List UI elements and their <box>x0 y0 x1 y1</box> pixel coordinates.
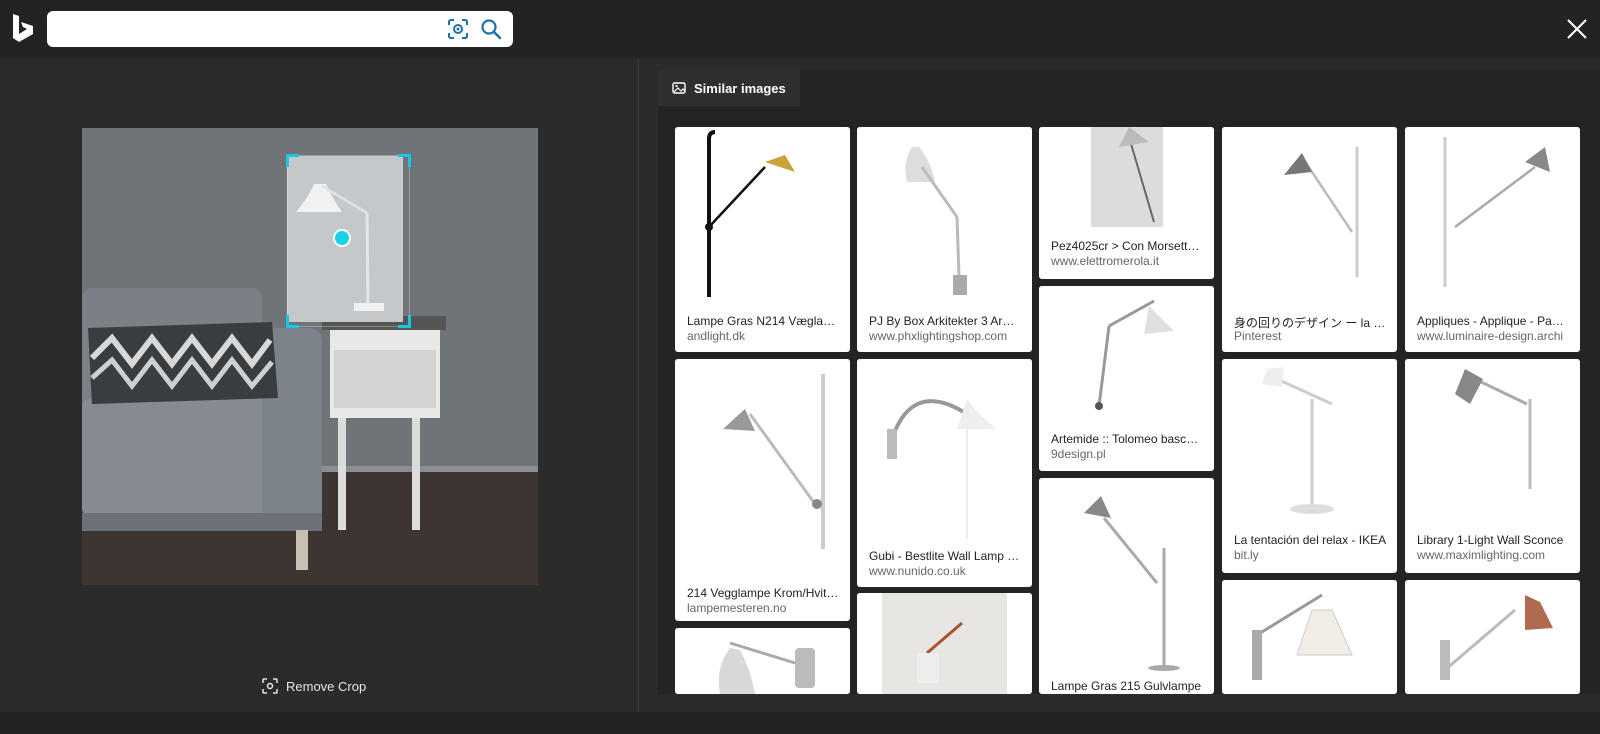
floor-lamp-white-icon <box>1222 359 1397 529</box>
copper-shade-lamp-icon <box>1405 580 1580 694</box>
remove-crop-button[interactable]: Remove Crop <box>262 676 366 696</box>
result-title: Appliques - Applique - Pageaux <box>1417 314 1570 328</box>
result-card[interactable]: Artemide :: Tolomeo basculante 9design.p… <box>1039 286 1214 471</box>
floor-lamp-chrome-icon <box>1039 478 1214 673</box>
result-title: Artemide :: Tolomeo basculante <box>1051 432 1204 446</box>
result-source: www.nunido.co.uk <box>869 564 966 578</box>
result-card[interactable] <box>1405 580 1580 694</box>
result-title: Lampe Gras N214 Væglampe - andlight.dk <box>687 314 840 328</box>
result-title: 214 Vegglampe Krom/Hvit Lampe Gras <box>687 586 840 600</box>
result-card[interactable] <box>675 628 850 694</box>
result-card[interactable]: Lampe Gras 215 Gulvlampe <box>1039 478 1214 694</box>
result-title: Lampe Gras 215 Gulvlampe <box>1051 679 1202 693</box>
top-bar <box>0 0 1600 58</box>
result-card[interactable]: PJ By Box Arkitekter 3 Arm Wall Lamp www… <box>857 127 1032 352</box>
result-card[interactable] <box>1222 580 1397 694</box>
result-card[interactable]: Lampe Gras N214 Væglampe - andlight.dk a… <box>675 127 850 352</box>
wall-lamp-chrome-2-icon <box>1405 127 1580 307</box>
crop-handle-top-left[interactable] <box>286 154 299 167</box>
result-card[interactable]: Appliques - Applique - Pageaux www.lumin… <box>1405 127 1580 352</box>
result-source: www.luminaire-design.archi <box>1417 329 1564 343</box>
result-title: Library 1-Light Wall Sconce <box>1417 533 1564 547</box>
copper-wall-lamp-icon <box>857 593 1032 694</box>
result-card[interactable]: 214 Vegglampe Krom/Hvit Lampe Gras lampe… <box>675 359 850 621</box>
result-card[interactable]: Pez4025cr > Con Morsetto Cromo www.elett… <box>1039 127 1214 279</box>
tab-similar-images[interactable]: Similar images <box>658 70 800 106</box>
close-icon[interactable] <box>1562 14 1592 44</box>
glass-pendant-lamp-icon <box>1222 580 1397 694</box>
pane-divider <box>638 58 639 712</box>
bing-logo-icon[interactable] <box>10 12 36 44</box>
search-icon[interactable] <box>479 17 503 41</box>
crop-handle-top-right[interactable] <box>398 154 411 167</box>
result-source: bit.ly <box>1234 548 1259 562</box>
crop-handle-bottom-left[interactable] <box>286 315 299 328</box>
result-title: Pez4025cr > Con Morsetto Cromo <box>1051 239 1204 253</box>
result-card[interactable] <box>857 593 1032 694</box>
tab-similar-images-label: Similar images <box>694 80 786 96</box>
result-source: 9design.pl <box>1051 447 1106 461</box>
result-card[interactable]: Library 1-Light Wall Sconce www.maximlig… <box>1405 359 1580 573</box>
result-title: Gubi - Bestlite Wall Lamp BL5 <box>869 549 1022 563</box>
bottom-bar <box>0 712 1600 734</box>
wall-lamp-chrome-icon <box>1222 127 1397 307</box>
result-title: PJ By Box Arkitekter 3 Arm Wall Lamp <box>869 314 1022 328</box>
result-title: La tentación del relax - IKEA <box>1234 533 1387 547</box>
search-input[interactable] <box>57 17 431 43</box>
visual-search-icon[interactable] <box>447 18 469 40</box>
result-card[interactable]: Gubi - Bestlite Wall Lamp BL5 www.nunido… <box>857 359 1032 587</box>
clamp-desk-lamp-icon <box>1039 127 1214 227</box>
result-card[interactable]: 身の回りのデザイン ー la lampe gras Pinterest <box>1222 127 1397 352</box>
result-source: andlight.dk <box>687 329 746 343</box>
result-source: lampemesteren.no <box>687 601 787 615</box>
result-source: www.elettromerola.it <box>1051 254 1160 268</box>
result-source: www.phxlightingshop.com <box>869 329 1008 343</box>
hotspot-dot[interactable] <box>333 229 351 247</box>
chrome-wall-lamp-icon <box>675 359 850 579</box>
image-icon <box>672 82 686 94</box>
result-source: www.maximlighting.com <box>1417 548 1546 562</box>
result-source: Pinterest <box>1234 329 1282 343</box>
remove-crop-label: Remove Crop <box>286 678 367 694</box>
black-wall-lamp-brass-shade-icon <box>675 127 850 307</box>
tolomeo-lamp-icon <box>1039 286 1214 426</box>
sconce-chrome-icon <box>1405 359 1580 529</box>
crop-handle-bottom-right[interactable] <box>398 315 411 328</box>
industrial-wall-lamp-icon <box>675 628 850 694</box>
bestlite-wall-lamp-icon <box>857 359 1032 544</box>
result-card[interactable]: La tentación del relax - IKEA bit.ly <box>1222 359 1397 573</box>
search-box[interactable] <box>47 11 513 47</box>
silver-swing-arm-lamp-icon <box>857 127 1032 307</box>
crop-icon <box>262 678 278 694</box>
